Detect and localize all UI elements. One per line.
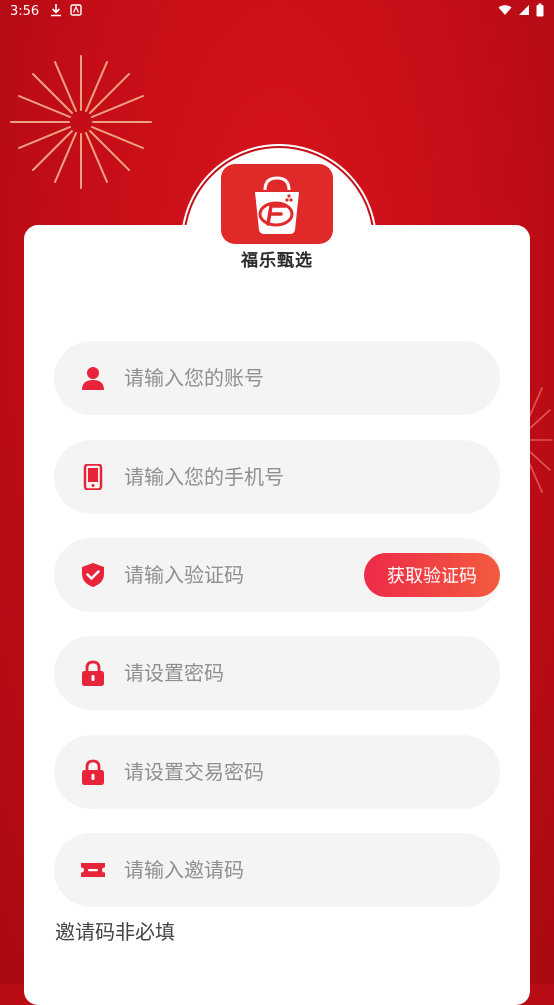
phone-field[interactable] <box>54 440 500 514</box>
account-input[interactable] <box>124 341 404 415</box>
invite-field[interactable] <box>54 833 500 907</box>
shopping-bag-logo-icon <box>255 176 299 234</box>
password-field[interactable] <box>54 636 500 710</box>
app-name: 福乐甄选 <box>241 251 313 271</box>
lock-icon <box>82 759 104 785</box>
invite-optional-note: 邀请码非必填 <box>55 920 175 944</box>
firework-decoration-icon <box>10 55 152 189</box>
ticket-icon <box>81 863 105 877</box>
status-system-icons <box>498 3 544 17</box>
status-time: 3:56 <box>10 4 40 19</box>
phone-input[interactable] <box>124 440 404 514</box>
firework-decoration-icon <box>528 387 553 493</box>
shield-check-icon <box>82 563 104 587</box>
app-logo <box>221 164 333 244</box>
status-notifications <box>50 3 82 17</box>
app-notification-icon <box>70 4 82 16</box>
get-code-button[interactable]: 获取验证码 <box>364 553 500 597</box>
trade-password-input[interactable] <box>124 735 404 809</box>
status-bar: 3:56 <box>0 0 554 24</box>
lock-icon <box>82 660 104 686</box>
battery-icon <box>536 3 544 17</box>
account-field[interactable] <box>54 341 500 415</box>
invite-input[interactable] <box>124 833 404 907</box>
download-icon <box>51 4 61 17</box>
signal-icon <box>519 5 529 15</box>
wifi-icon <box>498 5 512 15</box>
password-input[interactable] <box>124 636 404 710</box>
user-icon <box>82 367 104 390</box>
code-input[interactable] <box>124 538 344 612</box>
phone-icon <box>83 464 103 490</box>
trade-password-field[interactable] <box>54 735 500 809</box>
